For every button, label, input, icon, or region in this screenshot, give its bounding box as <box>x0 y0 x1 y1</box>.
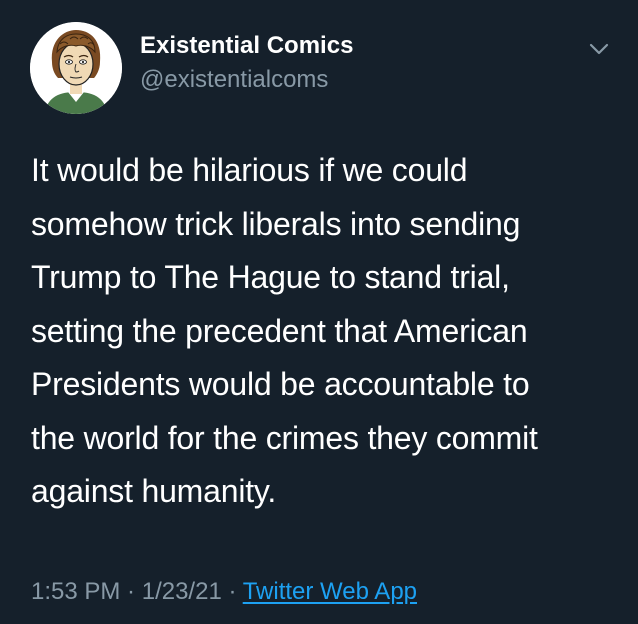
tweet-date[interactable]: 1/23/21 <box>142 578 222 605</box>
author-avatar[interactable] <box>30 22 122 114</box>
tweet-text-line: against humanity. <box>31 473 277 509</box>
tweet-text-line: Trump to The Hague to stand trial, <box>31 259 510 295</box>
tweet-text-line: It would be hilarious if we could <box>31 152 468 188</box>
tweet-card: Existential Comics @existentialcoms It w… <box>0 0 638 624</box>
author-display-name[interactable]: Existential Comics <box>140 32 353 60</box>
meta-separator: · <box>221 578 243 605</box>
tweet-text: It would be hilarious if we could someho… <box>31 144 621 519</box>
more-options-button[interactable] <box>584 34 614 64</box>
cartoon-portrait-avatar-icon <box>30 22 122 114</box>
tweet-source-link[interactable]: Twitter Web App <box>243 578 417 605</box>
meta-separator: · <box>120 578 142 605</box>
tweet-text-line: Presidents would be accountable to <box>31 366 530 402</box>
tweet-text-line: setting the precedent that American <box>31 312 528 349</box>
tweet-meta: 1:53 PM · 1/23/21 · Twitter Web App <box>31 578 417 606</box>
chevron-down-icon <box>589 43 609 55</box>
tweet-time[interactable]: 1:53 PM <box>31 578 120 605</box>
tweet-text-line: the world for the crimes they commit <box>31 419 538 456</box>
author-handle[interactable]: @existentialcoms <box>140 66 328 94</box>
tweet-text-line: somehow trick liberals into sending <box>31 205 521 242</box>
